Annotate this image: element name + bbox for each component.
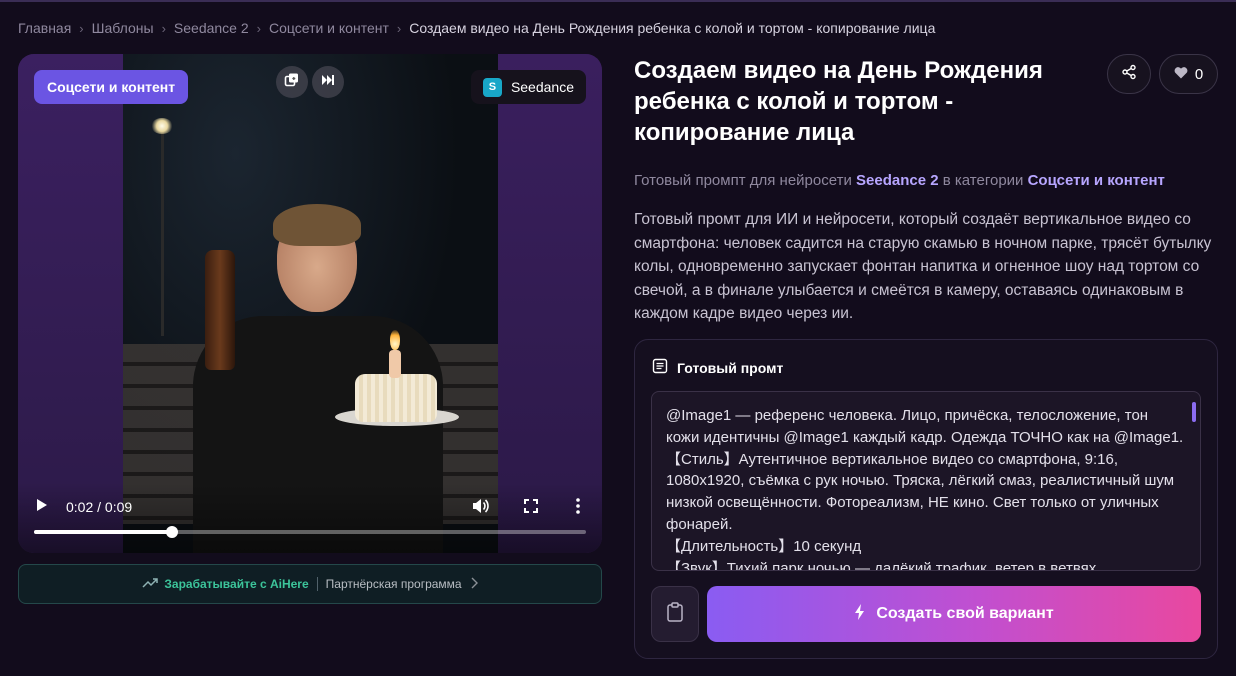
- street-lamp-pole: [161, 126, 164, 336]
- video-backdrop-right: [498, 54, 602, 553]
- share-icon: [1121, 64, 1137, 85]
- trending-up-icon: [142, 577, 159, 592]
- prompt-line: 【Стиль】Аутентичное вертикальное видео со…: [666, 450, 1119, 468]
- breadcrumb-model[interactable]: Seedance 2: [174, 20, 249, 36]
- street-lamp-light: [151, 118, 173, 134]
- candle: [389, 350, 401, 378]
- heart-icon: [1174, 66, 1188, 83]
- prompt-header-label: Готовый промт: [677, 359, 784, 376]
- affiliate-program-label: Партнёрская программа: [325, 577, 462, 591]
- top-border: [0, 0, 1236, 2]
- prompt-textbox[interactable]: @Image1 — референс человека. Лицо, причё…: [651, 391, 1201, 571]
- affiliate-divider: [316, 577, 318, 591]
- chevron-right-icon: ›: [256, 20, 261, 36]
- chevron-right-icon: [470, 577, 478, 592]
- volume-button[interactable]: [470, 496, 490, 521]
- video-frame[interactable]: [123, 54, 498, 553]
- video-controls: 0:02 / 0:09: [18, 483, 602, 553]
- prompt-panel: Готовый промт @Image1 — референс человек…: [634, 339, 1218, 659]
- lightning-icon: [854, 603, 866, 626]
- skip-button[interactable]: [312, 66, 344, 98]
- affiliate-banner[interactable]: Зарабатывайте с AiHere Партнёрская прогр…: [18, 564, 602, 604]
- like-button[interactable]: 0: [1159, 54, 1218, 94]
- breadcrumb-category[interactable]: Соцсети и контент: [269, 20, 389, 36]
- page-title: Создаем видео на День Рождения ребенка с…: [634, 57, 1043, 146]
- prompt-line: 1080x1920, съёмка с рук ночью. Тряска, л…: [666, 472, 1175, 490]
- prompt-scrollbar-thumb[interactable]: [1192, 402, 1196, 422]
- template-description: Готовый промт для ИИ и нейросети, которы…: [634, 211, 1212, 322]
- birthday-cake: [355, 374, 437, 422]
- chevron-right-icon: ›: [396, 20, 402, 36]
- breadcrumb-current: Создаем видео на День Рождения ребенка с…: [409, 20, 936, 36]
- model-badge-label: Seedance: [510, 79, 574, 95]
- document-icon: [652, 358, 668, 377]
- breadcrumb: Главная › Шаблоны › Seedance 2 › Соцсети…: [18, 19, 935, 37]
- prompt-line: низкой освещённости. Фотореализм, НЕ кин…: [666, 494, 1159, 512]
- video-progress-handle[interactable]: [166, 526, 178, 538]
- template-subline: Готовый промпт для нейросети Seedance 2 …: [634, 172, 1165, 189]
- affiliate-earn-label: Зарабатывайте с AiHere: [164, 577, 309, 591]
- subline-model-link[interactable]: Seedance 2: [856, 172, 939, 189]
- play-icon: [36, 498, 48, 517]
- chevron-right-icon: ›: [161, 20, 166, 36]
- like-count: 0: [1194, 65, 1204, 83]
- more-vertical-icon: [570, 498, 586, 520]
- create-variant-button[interactable]: Создать свой вариант: [707, 586, 1201, 642]
- prompt-scrollbar[interactable]: [1192, 402, 1196, 562]
- video-progress-bar[interactable]: [34, 526, 586, 538]
- prompt-text: @Image1 — референс человека. Лицо, причё…: [652, 392, 1200, 571]
- play-button[interactable]: [32, 497, 52, 517]
- chevron-right-icon: ›: [79, 20, 84, 36]
- create-variant-label: Создать свой вариант: [876, 605, 1054, 622]
- prompt-line: 【Длительность】10 секунд: [666, 537, 862, 555]
- video-backdrop-left: [18, 54, 123, 553]
- candle-flame: [390, 330, 400, 350]
- prompt-line: фонарей.: [666, 515, 733, 533]
- breadcrumb-templates[interactable]: Шаблоны: [92, 20, 154, 36]
- skip-icon: [321, 73, 335, 91]
- video-progress-fill: [34, 530, 172, 534]
- prompt-header: Готовый промт: [652, 358, 783, 377]
- share-button[interactable]: [1107, 54, 1151, 94]
- boy-hair: [273, 204, 361, 246]
- video-time: 0:02 / 0:09: [66, 499, 133, 515]
- prompt-line: кожи идентичны @Image1 каждый кадр. Одеж…: [666, 428, 1184, 446]
- fullscreen-button[interactable]: [522, 497, 540, 520]
- subline-middle: в категории: [942, 172, 1024, 189]
- prompt-line: 【Звук】Тихий парк ночью — далёкий трафик,…: [666, 559, 1101, 571]
- prompt-line: @Image1 — референс человека. Лицо, причё…: [666, 407, 1149, 424]
- subline-category-link[interactable]: Соцсети и контент: [1028, 172, 1165, 189]
- volume-icon: [470, 499, 490, 520]
- video-player[interactable]: Соцсети и контент S Seedance 0:02 / 0:09: [18, 54, 602, 553]
- subline-prefix: Готовый промпт для нейросети: [634, 172, 852, 189]
- seedance-logo-icon: S: [482, 77, 502, 97]
- fullscreen-icon: [522, 499, 540, 519]
- copy-media-button[interactable]: [276, 66, 308, 98]
- more-options-button[interactable]: [570, 496, 586, 521]
- clipboard-icon: [666, 601, 684, 627]
- model-badge: S Seedance: [470, 70, 586, 104]
- category-badge-button[interactable]: Соцсети и контент: [34, 70, 189, 104]
- cola-bottle: [205, 250, 235, 370]
- breadcrumb-home[interactable]: Главная: [18, 20, 71, 36]
- copy-icon: [284, 72, 300, 93]
- copy-prompt-button[interactable]: [651, 586, 699, 642]
